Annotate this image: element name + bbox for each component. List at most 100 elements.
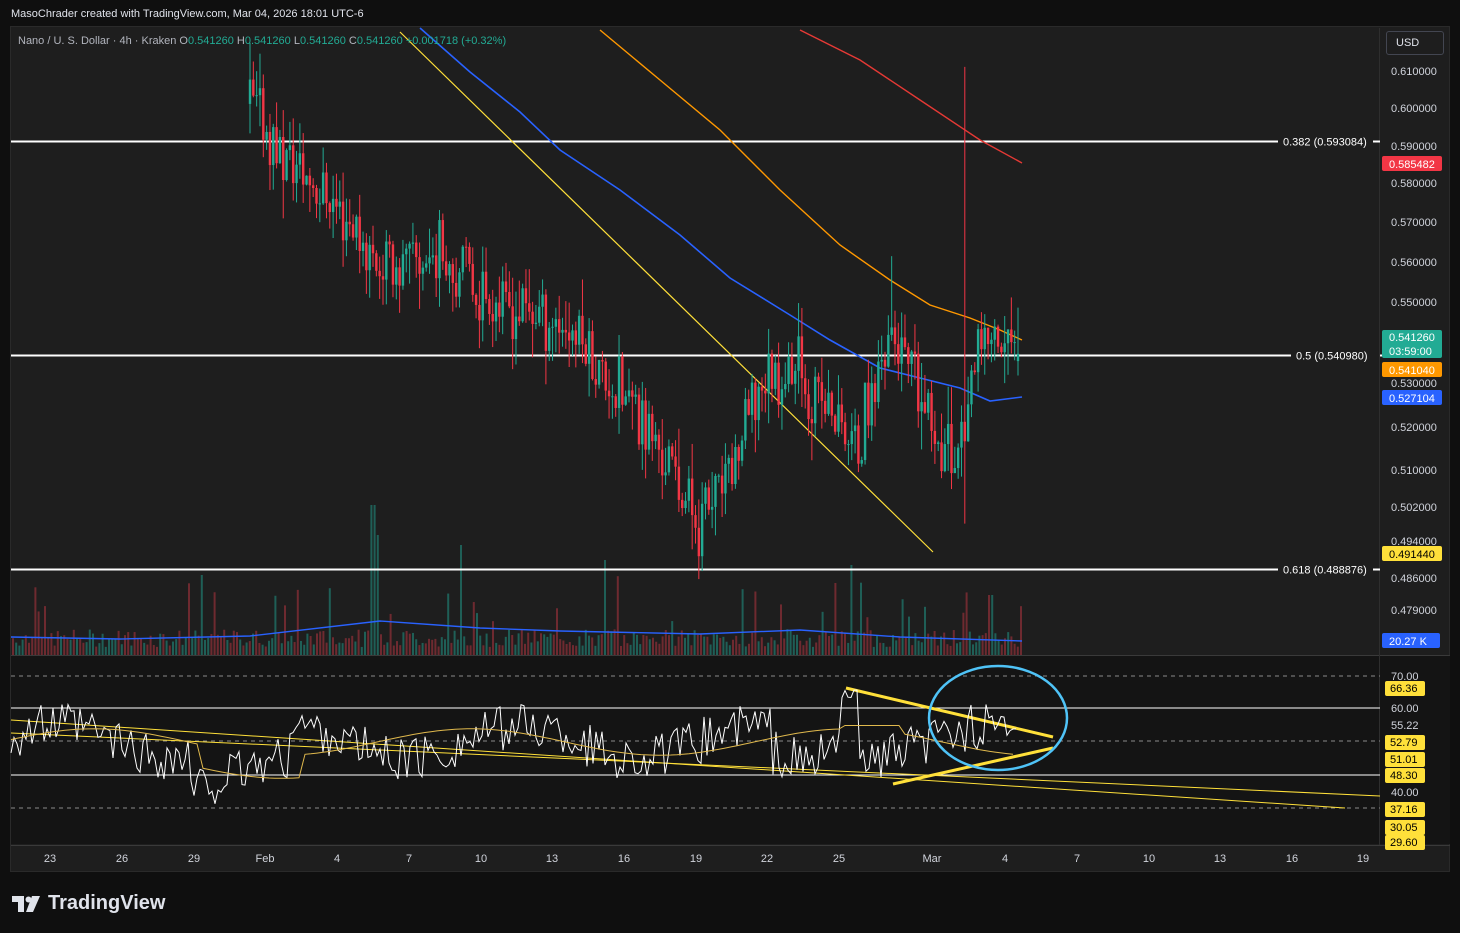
volume-bar bbox=[936, 645, 939, 655]
candle-body bbox=[857, 425, 860, 464]
volume-bar bbox=[988, 595, 990, 655]
volume-bar bbox=[322, 631, 325, 655]
volume-bar bbox=[216, 634, 219, 655]
time-tick-label: 29 bbox=[188, 853, 200, 865]
volume-bar bbox=[223, 629, 226, 655]
volume-bar bbox=[252, 633, 254, 655]
candle-body bbox=[933, 430, 937, 444]
candle-body bbox=[833, 415, 837, 432]
high-label: H bbox=[236, 35, 245, 47]
candle-body bbox=[285, 150, 288, 181]
volume-bar bbox=[556, 608, 558, 655]
candle-body bbox=[784, 384, 787, 390]
volume-bar bbox=[271, 638, 274, 655]
volume-bar bbox=[60, 636, 62, 655]
volume-bar bbox=[530, 642, 533, 655]
volume-bar bbox=[616, 576, 619, 655]
volume-bar bbox=[197, 635, 200, 655]
volume-bar bbox=[968, 631, 971, 655]
volume-bar bbox=[488, 646, 491, 655]
volume-badge-text: 20.27 K bbox=[1389, 636, 1428, 648]
time-tick-label: 23 bbox=[44, 853, 56, 865]
volume-bar bbox=[319, 631, 322, 655]
volume-bar bbox=[866, 617, 869, 655]
close-label: C bbox=[348, 35, 357, 47]
candle-body bbox=[973, 370, 976, 373]
candle-body bbox=[720, 475, 724, 494]
volume-bar bbox=[684, 637, 686, 655]
volume-bar bbox=[156, 646, 158, 655]
volume-bar bbox=[853, 640, 856, 655]
volume-bar bbox=[12, 638, 14, 655]
candle-body bbox=[893, 327, 897, 345]
volume-bar bbox=[492, 621, 494, 655]
volume-bar bbox=[584, 629, 587, 655]
candle-body bbox=[970, 370, 973, 405]
volume-bar bbox=[85, 642, 88, 655]
volume-bar bbox=[476, 613, 478, 655]
candle-body bbox=[278, 136, 282, 164]
volume-bar bbox=[914, 633, 917, 655]
volume-bar bbox=[623, 635, 626, 655]
candle-body bbox=[491, 313, 494, 322]
volume-bar bbox=[95, 646, 98, 655]
candle-body bbox=[651, 413, 654, 442]
volume-bar bbox=[770, 637, 773, 655]
candle-body bbox=[887, 334, 890, 367]
currency-button[interactable]: USD bbox=[1386, 31, 1444, 55]
volume-bar bbox=[792, 634, 795, 655]
volume-bar bbox=[344, 638, 347, 655]
volume-bar bbox=[360, 646, 363, 655]
volume-bar bbox=[277, 632, 280, 655]
candle-body bbox=[727, 457, 730, 464]
price-badge-text: 0.541260 bbox=[1389, 332, 1435, 344]
volume-bar bbox=[674, 645, 677, 655]
volume-bar bbox=[111, 638, 114, 655]
chart-canvas[interactable]: 0.610000 0.600000 0.590000 0.580000 0.570000… bbox=[0, 0, 1460, 872]
volume-bar bbox=[108, 639, 110, 655]
volume-bar bbox=[642, 634, 645, 655]
candle-body bbox=[511, 306, 514, 340]
symbol-legend[interactable]: Nano / U. S. Dollar · 4h · Kraken O0.541… bbox=[18, 35, 506, 47]
candle-body bbox=[577, 315, 581, 345]
volume-bar bbox=[808, 637, 811, 655]
volume-bar bbox=[828, 636, 830, 655]
volume-bar bbox=[456, 639, 459, 655]
volume-bar bbox=[668, 635, 670, 655]
fib-level-label: 0.618 (0.488876) bbox=[1283, 565, 1367, 577]
candle-body bbox=[301, 153, 305, 185]
tradingview-logo[interactable]: TradingView bbox=[12, 892, 165, 915]
volume-bar bbox=[392, 645, 395, 655]
candle-body bbox=[730, 457, 734, 485]
volume-bar bbox=[904, 636, 907, 655]
volume-bar bbox=[1016, 646, 1019, 655]
open-label: O bbox=[179, 35, 188, 47]
volume-bar bbox=[620, 645, 622, 655]
volume-bar bbox=[165, 640, 168, 655]
volume-bar bbox=[562, 640, 565, 655]
volume-bar bbox=[882, 643, 885, 655]
candle-body bbox=[797, 336, 800, 371]
volume-bar bbox=[661, 636, 664, 655]
candle-body bbox=[604, 361, 607, 391]
candle-body bbox=[986, 327, 990, 345]
candle-body bbox=[567, 332, 571, 341]
rsi-badge-text: 66.36 bbox=[1390, 683, 1418, 695]
volume-bar bbox=[552, 634, 555, 655]
volume-bar bbox=[335, 644, 338, 655]
candle-body bbox=[830, 392, 834, 416]
candle-body bbox=[325, 172, 328, 204]
time-tick-label: 10 bbox=[475, 853, 487, 865]
volume-bar bbox=[520, 629, 523, 655]
volume-bar bbox=[716, 634, 718, 655]
candle-body bbox=[328, 203, 331, 213]
volume-bar bbox=[434, 638, 437, 655]
volume-bar bbox=[504, 636, 507, 655]
candle-body bbox=[853, 425, 857, 432]
volume-bar bbox=[594, 645, 597, 655]
time-tick-label: 4 bbox=[1002, 853, 1008, 865]
volume-bar bbox=[789, 630, 792, 655]
price-tick-label: 0.520000 bbox=[1391, 422, 1437, 434]
candle-body bbox=[504, 281, 508, 293]
volume-bar bbox=[428, 638, 430, 655]
